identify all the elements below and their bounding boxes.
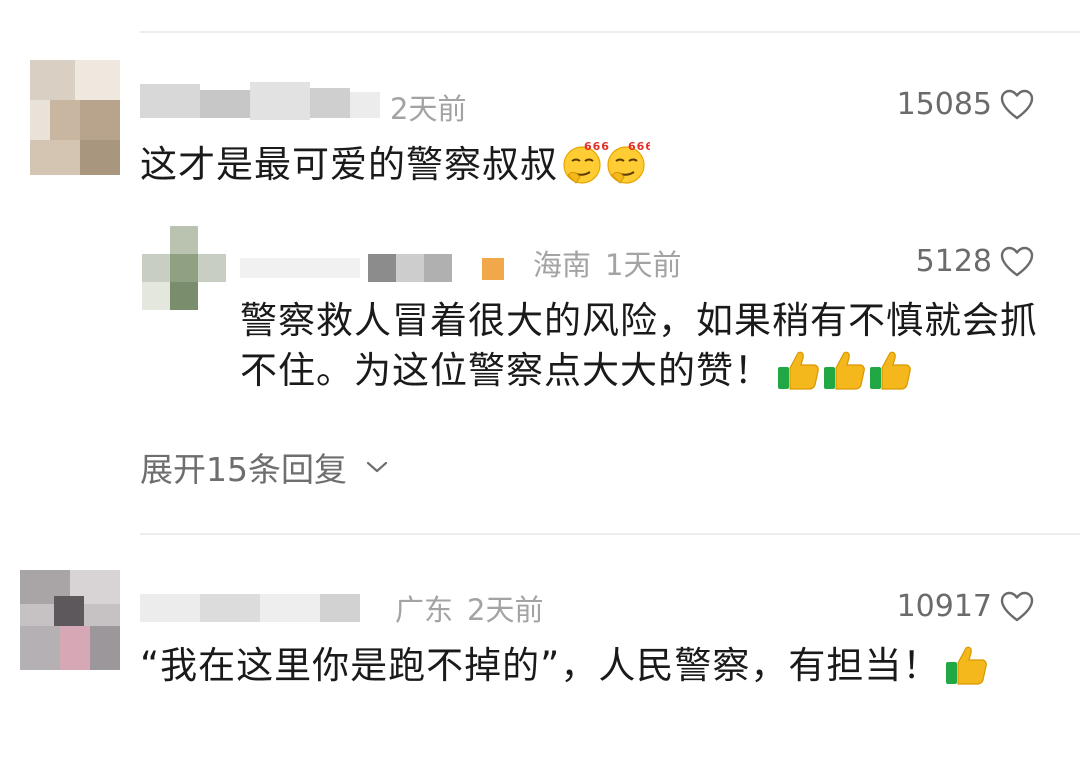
- thumbs-up-emoji: [946, 646, 988, 685]
- reply-meta: 海南 1天前: [533, 242, 681, 284]
- comment-time: 2天前: [467, 593, 544, 627]
- comment-divider: [140, 533, 1080, 535]
- reply-location: 海南: [533, 248, 592, 282]
- comment-body: 这才是最可爱的警察叔叔: [140, 143, 558, 186]
- thumbs-up-emoji: [778, 351, 911, 390]
- expand-replies-label: 展开15条回复: [140, 450, 347, 489]
- svg-text:666: 666: [628, 140, 650, 153]
- like-button[interactable]: 5128: [916, 244, 1034, 279]
- username-blurred[interactable]: [240, 252, 520, 284]
- comment-location: 广东: [395, 593, 454, 627]
- svg-text:666: 666: [584, 140, 610, 153]
- avatar[interactable]: [30, 60, 120, 175]
- comment-text: 这才是最可爱的警察叔叔 666 666: [140, 139, 1020, 190]
- like-count: 15085: [896, 87, 992, 122]
- reply-time: 1天前: [605, 248, 682, 282]
- heart-icon: [1000, 246, 1034, 276]
- comment-body: “我在这里你是跑不掉的”，人民警察，有担当！: [140, 644, 941, 687]
- avatar[interactable]: [142, 226, 226, 310]
- thinking-666-emoji: 666 666: [563, 140, 650, 184]
- heart-icon: [1000, 89, 1034, 119]
- heart-icon: [1000, 591, 1034, 621]
- comment-time: 2天前: [390, 92, 467, 126]
- comment-meta: 广东 2天前: [395, 587, 543, 629]
- username-blurred[interactable]: [140, 80, 380, 122]
- comment-text: “我在这里你是跑不掉的”，人民警察，有担当！: [140, 641, 1045, 691]
- expand-replies-button[interactable]: 展开15条回复: [140, 443, 389, 491]
- reply-body: 警察救人冒着很大的风险，如果稍有不慎就会抓不住。为这位警察点大大的赞！: [240, 299, 1038, 392]
- like-count: 5128: [915, 244, 992, 279]
- comment-meta: 2天前: [390, 86, 466, 128]
- avatar[interactable]: [20, 570, 120, 670]
- like-button[interactable]: 10917: [897, 589, 1034, 624]
- like-button[interactable]: 15085: [897, 87, 1034, 122]
- reply-text: 警察救人冒着很大的风险，如果稍有不慎就会抓不住。为这位警察点大大的赞！: [240, 296, 1050, 396]
- username-blurred[interactable]: [140, 590, 380, 626]
- like-count: 10917: [896, 589, 992, 624]
- top-divider: [140, 31, 1080, 33]
- chevron-down-icon: [366, 461, 388, 473]
